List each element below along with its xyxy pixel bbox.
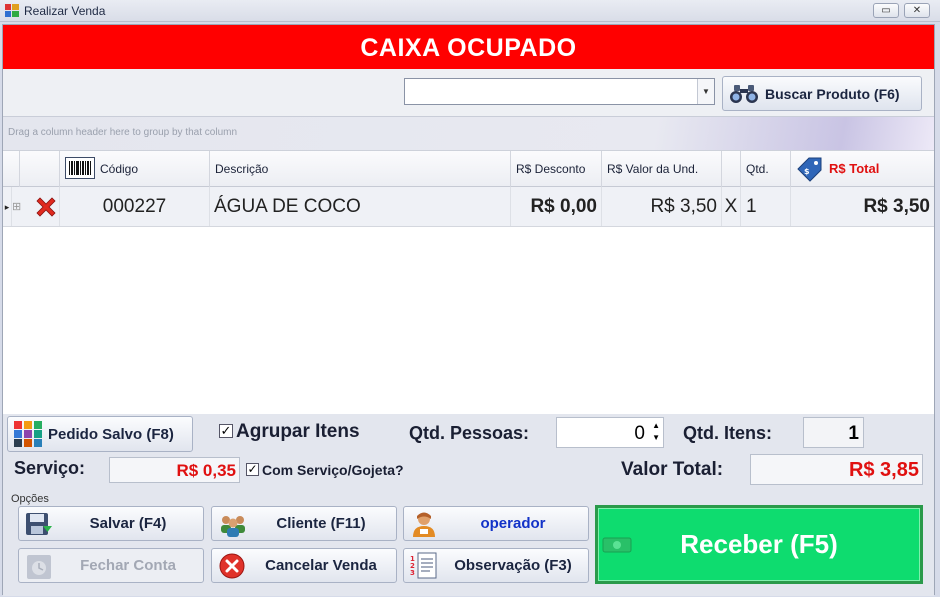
- options-label: Opções: [11, 493, 49, 505]
- svg-text:$: $: [804, 167, 810, 176]
- total-field: R$ 3,85: [750, 454, 923, 485]
- group-items-label: Agrupar Itens: [236, 421, 360, 442]
- close-button[interactable]: ✕: [904, 3, 930, 18]
- header-times: [722, 151, 741, 187]
- restore-button[interactable]: ▭: [873, 3, 899, 18]
- header-description[interactable]: Descrição: [210, 151, 511, 187]
- row-description: ÁGUA DE COCO: [210, 187, 511, 226]
- row-indicator: ▸: [3, 187, 12, 226]
- save-label: Salvar (F4): [89, 515, 167, 532]
- cancel-sale-label: Cancelar Venda: [265, 557, 377, 574]
- group-items-checkbox[interactable]: ✓: [219, 424, 233, 438]
- svg-text:3: 3: [410, 569, 415, 577]
- client-button[interactable]: Cliente (F11): [211, 506, 397, 541]
- receive-button[interactable]: Receber (F5): [595, 505, 923, 584]
- total-label: Valor Total:: [621, 459, 724, 480]
- sale-form: CAIXA OCUPADO ▼ Buscar Produto (F6) Drag…: [2, 24, 935, 596]
- group-panel[interactable]: Drag a column header here to group by th…: [3, 117, 934, 150]
- header-indicator: [3, 151, 20, 187]
- document-list-icon: 1 2 3: [410, 552, 437, 579]
- items-count-field: 1: [803, 417, 864, 448]
- service-value: R$ 0,35: [176, 461, 236, 480]
- row-qty: 1: [741, 187, 791, 226]
- people-label: Qtd. Pessoas:: [409, 423, 530, 443]
- total-value: R$ 3,85: [848, 459, 919, 481]
- cancel-sale-button[interactable]: Cancelar Venda: [211, 548, 397, 583]
- service-label: Serviço:: [14, 458, 86, 478]
- header-unit-value[interactable]: R$ Valor da Und.: [602, 151, 722, 187]
- stepper-arrows-icon[interactable]: ▲ ▼: [652, 420, 660, 444]
- delete-item-button[interactable]: [20, 187, 60, 226]
- cancel-icon: [219, 553, 245, 579]
- people-value: 0: [634, 423, 645, 444]
- client-label: Cliente (F11): [276, 515, 366, 532]
- receive-label: Receber (F5): [680, 529, 838, 559]
- bottom-panel: Pedido Salvo (F8) ✓ Agrupar Itens Qtd. P…: [3, 414, 934, 596]
- observation-label: Observação (F3): [454, 557, 572, 574]
- save-button[interactable]: Salvar (F4): [18, 506, 204, 541]
- close-account-button[interactable]: Fechar Conta: [18, 548, 204, 583]
- header-code[interactable]: Código: [60, 151, 210, 187]
- window-titlebar: Realizar Venda ▭ ✕: [0, 0, 940, 22]
- barcode-icon: [65, 157, 95, 179]
- chevron-down-icon[interactable]: ▼: [697, 79, 714, 104]
- service-checkbox[interactable]: ✓: [246, 463, 259, 476]
- window-title: Realizar Venda: [24, 4, 106, 18]
- saved-order-button[interactable]: Pedido Salvo (F8): [7, 416, 193, 452]
- operator-user-icon: [413, 512, 435, 537]
- operator-button[interactable]: operador: [403, 506, 589, 541]
- items-grid: Drag a column header here to group by th…: [3, 116, 934, 414]
- app-icon: [5, 4, 19, 17]
- binoculars-icon: [730, 85, 758, 103]
- people-stepper[interactable]: 0 ▲ ▼: [556, 417, 664, 448]
- grid-colors-icon: [14, 421, 42, 447]
- search-product-button[interactable]: Buscar Produto (F6): [722, 76, 922, 111]
- items-label: Qtd. Itens:: [683, 423, 772, 443]
- service-check-label: Com Serviço/Gojeta?: [262, 462, 404, 478]
- observation-button[interactable]: 1 2 3 Observação (F3): [403, 548, 589, 583]
- header-qty[interactable]: Qtd.: [741, 151, 791, 187]
- status-banner: CAIXA OCUPADO: [3, 25, 934, 69]
- calculator-icon: [27, 555, 51, 579]
- items-value: 1: [848, 423, 859, 444]
- operator-label: operador: [480, 515, 546, 532]
- table-row[interactable]: ▸ ⊞ 000227 ÁGUA DE COCO R$ 0,00 R$ 3,50 …: [3, 187, 934, 227]
- header-total[interactable]: $ R$ Total: [791, 151, 934, 187]
- row-code: 000227: [60, 187, 210, 226]
- row-discount: R$ 0,00: [511, 187, 602, 226]
- floppy-save-icon: [26, 513, 52, 535]
- price-tag-icon: $: [797, 157, 822, 182]
- header-discount[interactable]: R$ Desconto: [511, 151, 602, 187]
- saved-order-label: Pedido Salvo (F8): [48, 426, 174, 443]
- row-unit-value: R$ 3,50: [602, 187, 722, 226]
- delete-x-icon: [36, 197, 56, 217]
- grid-header: Código Descrição R$ Desconto R$ Valor da…: [3, 150, 934, 187]
- row-times: X: [722, 187, 741, 226]
- users-icon: [221, 516, 245, 537]
- header-total-label: R$ Total: [829, 161, 880, 176]
- row-total: R$ 3,50: [863, 196, 930, 217]
- close-account-label: Fechar Conta: [80, 557, 176, 574]
- product-search-combo[interactable]: ▼: [404, 78, 715, 105]
- header-delete: [20, 151, 60, 187]
- header-code-label: Código: [100, 162, 139, 176]
- service-field: R$ 0,35: [109, 457, 240, 483]
- search-product-label: Buscar Produto (F6): [765, 86, 900, 102]
